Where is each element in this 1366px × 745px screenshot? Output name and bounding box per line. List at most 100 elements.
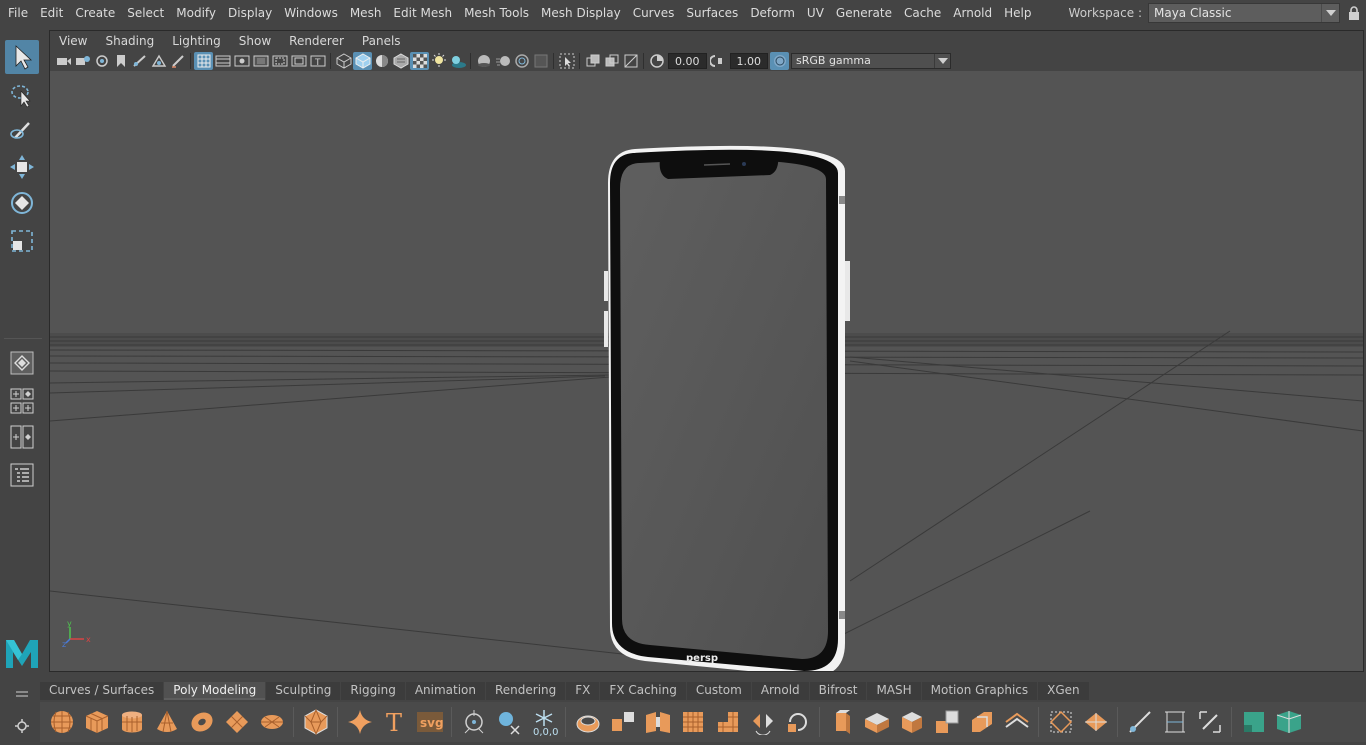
- shelf-tab-custom[interactable]: Custom: [686, 682, 751, 700]
- resolution-gate-icon[interactable]: [232, 52, 251, 70]
- panel-menu-panels[interactable]: Panels: [353, 34, 410, 48]
- menu-deform[interactable]: Deform: [744, 3, 801, 23]
- menu-generate[interactable]: Generate: [830, 3, 898, 23]
- shelf-tab-rigging[interactable]: Rigging: [341, 682, 405, 700]
- ambient-occlusion-icon[interactable]: [474, 52, 493, 70]
- panel-menu-shading[interactable]: Shading: [96, 34, 163, 48]
- menu-edit[interactable]: Edit: [34, 3, 69, 23]
- shelf-tab-arnold[interactable]: Arnold: [751, 682, 809, 700]
- textured-icon[interactable]: [391, 52, 410, 70]
- 3d-scene-view[interactable]: y x z persp: [50, 71, 1363, 671]
- menu-curves[interactable]: Curves: [627, 3, 681, 23]
- xray-checker-icon[interactable]: [410, 52, 429, 70]
- menu-select[interactable]: Select: [121, 3, 170, 23]
- panel-menu-show[interactable]: Show: [230, 34, 280, 48]
- separate-icon[interactable]: [605, 705, 640, 739]
- offset-edge-loop-icon[interactable]: [1157, 705, 1192, 739]
- freeze-transform-icon[interactable]: [491, 705, 526, 739]
- poly-torus-icon[interactable]: [184, 705, 219, 739]
- quad-draw-icon[interactable]: [1192, 705, 1227, 739]
- menu-edit-mesh[interactable]: Edit Mesh: [387, 3, 458, 23]
- shelf-tab-xgen[interactable]: XGen: [1038, 682, 1089, 700]
- poly-cube-icon[interactable]: [79, 705, 114, 739]
- single-pane-layout-icon[interactable]: [5, 346, 39, 380]
- shadows-icon[interactable]: [448, 52, 467, 70]
- gamma-icon[interactable]: [709, 52, 728, 70]
- menu-uv[interactable]: UV: [801, 3, 830, 23]
- smooth-shade-icon[interactable]: [353, 52, 372, 70]
- field-chart-icon[interactable]: [270, 52, 289, 70]
- reset-transform-icon[interactable]: 0,0,0: [526, 705, 561, 739]
- film-gate-icon[interactable]: [213, 52, 232, 70]
- menu-modify[interactable]: Modify: [170, 3, 222, 23]
- insert-edge-loop-icon[interactable]: [1122, 705, 1157, 739]
- poly-cylinder-icon[interactable]: [114, 705, 149, 739]
- shelf-tab-motion-graphics[interactable]: Motion Graphics: [921, 682, 1038, 700]
- anti-aliasing-icon[interactable]: [512, 52, 531, 70]
- menu-cache[interactable]: Cache: [898, 3, 947, 23]
- rotate-tool-icon[interactable]: [5, 186, 39, 220]
- panel-menu-view[interactable]: View: [50, 34, 96, 48]
- clean-up-icon[interactable]: [780, 705, 815, 739]
- append-polygon-icon[interactable]: [929, 705, 964, 739]
- shelf-tab-rendering[interactable]: Rendering: [486, 682, 566, 700]
- xray-components-icon[interactable]: [621, 52, 640, 70]
- lasso-tool-icon[interactable]: [5, 78, 39, 112]
- grease-pencil-icon[interactable]: [130, 52, 149, 70]
- poly-svg-icon[interactable]: svg: [412, 705, 447, 739]
- poly-cone-icon[interactable]: [149, 705, 184, 739]
- pencil-icon[interactable]: [168, 52, 187, 70]
- safe-title-icon[interactable]: T: [308, 52, 327, 70]
- shelf-menu-icon[interactable]: [15, 688, 29, 702]
- menu-windows[interactable]: Windows: [278, 3, 344, 23]
- workspace-dropdown[interactable]: Maya Classic: [1148, 3, 1340, 23]
- center-pivot-icon[interactable]: [456, 705, 491, 739]
- extrude-icon[interactable]: [824, 705, 859, 739]
- safe-action-icon[interactable]: [289, 52, 308, 70]
- menu-display[interactable]: Display: [222, 3, 278, 23]
- default-material-icon[interactable]: [372, 52, 391, 70]
- fill-hole-icon[interactable]: [964, 705, 999, 739]
- move-tool-icon[interactable]: [5, 150, 39, 184]
- exposure-icon[interactable]: [647, 52, 666, 70]
- smooth-icon[interactable]: [675, 705, 710, 739]
- camera-icon[interactable]: [54, 52, 73, 70]
- color-management-icon[interactable]: [770, 52, 789, 70]
- two-pane-layout-icon[interactable]: [5, 420, 39, 454]
- wireframe-icon[interactable]: [334, 52, 353, 70]
- xray-icon[interactable]: [583, 52, 602, 70]
- motion-blur-icon[interactable]: [493, 52, 512, 70]
- bookmark-icon[interactable]: [111, 52, 130, 70]
- xray-joints-icon[interactable]: [602, 52, 621, 70]
- shelf-tab-fx-caching[interactable]: FX Caching: [600, 682, 686, 700]
- platonic-solid-icon[interactable]: [298, 705, 333, 739]
- uv-editor-icon[interactable]: [1271, 705, 1306, 739]
- shelf-tab-sculpting[interactable]: Sculpting: [266, 682, 341, 700]
- shelf-tab-curves-surfaces[interactable]: Curves / Surfaces: [40, 682, 164, 700]
- depth-of-field-icon[interactable]: [531, 52, 550, 70]
- mirror-icon[interactable]: [745, 705, 780, 739]
- grid-toggle-icon[interactable]: [194, 52, 213, 70]
- poly-sphere-icon[interactable]: [44, 705, 79, 739]
- reduce-icon[interactable]: [710, 705, 745, 739]
- lock-icon[interactable]: [1342, 3, 1366, 23]
- poly-plane-icon[interactable]: [219, 705, 254, 739]
- shelf-tab-poly-modeling[interactable]: Poly Modeling: [164, 682, 266, 700]
- shelf-tab-fx[interactable]: FX: [566, 682, 600, 700]
- menu-mesh[interactable]: Mesh: [344, 3, 388, 23]
- combine-icon[interactable]: [570, 705, 605, 739]
- poly-disc-icon[interactable]: [254, 705, 289, 739]
- camera-attributes-icon[interactable]: [73, 52, 92, 70]
- gate-mask-icon[interactable]: [251, 52, 270, 70]
- gamma-field[interactable]: 1.00: [729, 53, 768, 69]
- make-live-icon[interactable]: [1043, 705, 1078, 739]
- lights-icon[interactable]: [429, 52, 448, 70]
- super-shape-icon[interactable]: [342, 705, 377, 739]
- view-transform-dropdown[interactable]: sRGB gamma: [791, 53, 951, 69]
- shelf-tab-animation[interactable]: Animation: [405, 682, 485, 700]
- bevel-icon[interactable]: [859, 705, 894, 739]
- extract-icon[interactable]: [640, 705, 675, 739]
- menu-help[interactable]: Help: [998, 3, 1037, 23]
- panel-menu-lighting[interactable]: Lighting: [163, 34, 230, 48]
- exposure-field[interactable]: 0.00: [668, 53, 707, 69]
